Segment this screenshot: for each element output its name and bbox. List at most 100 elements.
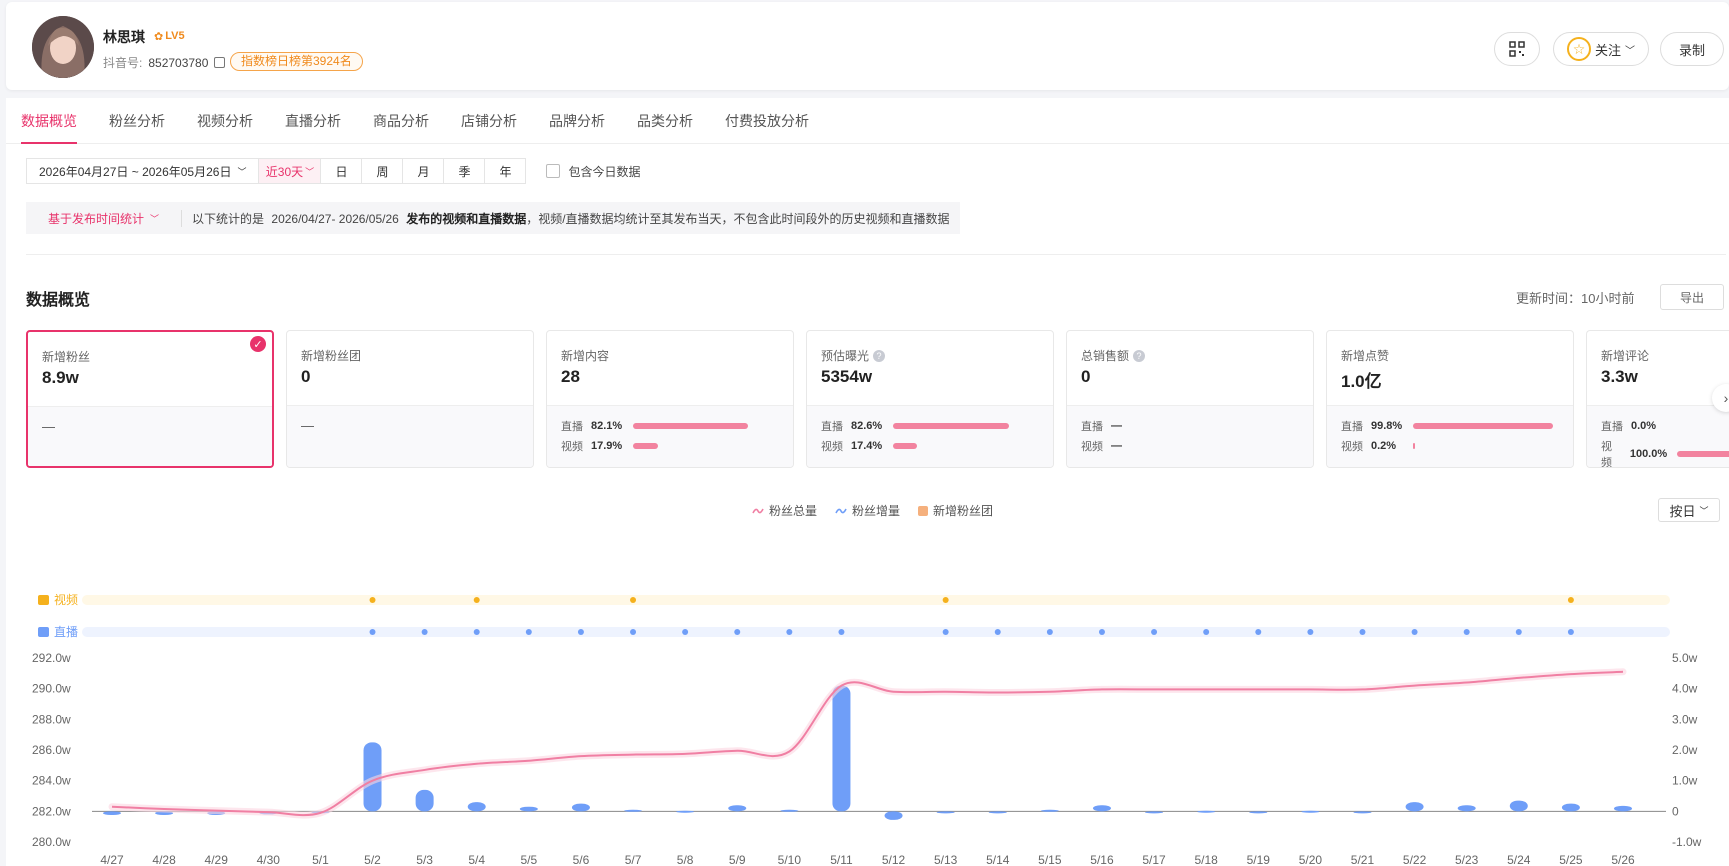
card-bottom: 直播 82.6% 视频 17.4%	[807, 405, 1053, 467]
live-percent: 0.0%	[1631, 420, 1657, 432]
include-today-checkbox[interactable]: 包含今日数据	[546, 163, 641, 180]
x-tick-label: 5/3	[416, 853, 433, 866]
tab-live[interactable]: 直播分析	[285, 98, 341, 144]
video-bar	[1677, 451, 1729, 457]
segment-quarter[interactable]: 季	[444, 158, 486, 184]
notice-prefix: 以下统计的是	[192, 211, 265, 226]
live-row: 直播 82.6%	[821, 418, 1009, 434]
video-row: 视频 17.4%	[821, 438, 918, 454]
right-tick-label: 1.0w	[1672, 774, 1698, 788]
tab-overview[interactable]: 数据概览	[21, 98, 77, 144]
section-title: 数据概览	[26, 292, 91, 309]
segment-day[interactable]: 日	[321, 158, 363, 184]
increase-bar	[1405, 802, 1424, 812]
video-dot	[473, 597, 480, 603]
live-dot	[1359, 629, 1366, 635]
right-tick-label: 2.0w	[1672, 743, 1698, 757]
douyin-id-label: 抖音号:	[103, 56, 143, 70]
live-dot	[421, 629, 428, 635]
video-percent: 17.4%	[851, 440, 883, 452]
segment-week[interactable]: 周	[362, 158, 404, 184]
segment-year[interactable]: 年	[485, 158, 527, 184]
left-tick-label: 286.0w	[32, 743, 71, 757]
segment-month[interactable]: 月	[403, 158, 445, 184]
card-label-text: 预估曝光	[821, 349, 870, 363]
card-new-likes[interactable]: 新增点赞 1.0亿 直播 99.8% 视频 0.2%	[1326, 330, 1574, 468]
help-icon[interactable]: ?	[1133, 349, 1146, 362]
card-new-comments[interactable]: 新增评论 3.3w 直播 0.0% 视频 100.0%	[1586, 330, 1729, 468]
card-bottom: 直播 0.0% 视频 100.0%	[1587, 405, 1729, 467]
x-tick-label: 5/2	[364, 853, 381, 866]
segment-30days[interactable]: 近30天 ﹀	[259, 158, 322, 184]
notice-suffix: ，视频/直播数据均统计至其发布当天，不包含此时间段外的历史视频和直播数据	[526, 211, 950, 226]
copy-icon[interactable]	[214, 57, 226, 68]
record-button[interactable]: 录制	[1660, 32, 1724, 66]
video-dot	[1567, 597, 1574, 603]
x-tick-label: 5/18	[1194, 853, 1218, 866]
card-new-fan-club[interactable]: 新增粉丝团 0 —	[286, 330, 534, 468]
live-percent: 82.1%	[591, 420, 623, 432]
increase-bar	[676, 810, 695, 813]
tab-category[interactable]: 品类分析	[637, 98, 693, 144]
tab-fans[interactable]: 粉丝分析	[109, 98, 165, 144]
legend-increase[interactable]: 粉丝增量	[835, 502, 900, 519]
rank-tag[interactable]: 指数榜日榜第3924名	[230, 52, 363, 71]
douyin-id-row: 抖音号: 852703780	[103, 54, 226, 71]
increase-bar	[415, 789, 434, 812]
level-text: LV5	[165, 30, 185, 42]
tab-goods[interactable]: 商品分析	[373, 98, 429, 144]
card-label: 新增内容	[561, 349, 610, 363]
chevron-down-icon: ﹀	[1699, 505, 1709, 516]
legend-club[interactable]: 新增粉丝团	[918, 502, 993, 519]
live-dot	[1098, 629, 1105, 635]
card-label: 新增粉丝团	[301, 349, 362, 363]
help-icon[interactable]: ?	[873, 349, 886, 362]
live-label: 直播	[561, 421, 583, 433]
video-percent: 0.2%	[1371, 440, 1397, 452]
increase-bar	[1509, 800, 1528, 812]
live-dot	[1255, 629, 1262, 635]
checkbox-box[interactable]	[546, 164, 561, 178]
tab-ads[interactable]: 付费投放分析	[725, 98, 809, 144]
card-new-content[interactable]: 新增内容 28 直播 82.1% 视频 17.9%	[546, 330, 794, 468]
video-label: 视频	[561, 441, 583, 453]
live-row: 直播 —	[1081, 418, 1147, 434]
live-track-label: 直播	[54, 625, 78, 639]
export-button[interactable]: 导出	[1660, 284, 1724, 310]
granularity-label: 按日	[1669, 503, 1696, 519]
follow-button[interactable]: ☆ 关注 ﹀	[1553, 32, 1649, 66]
increase-bar	[519, 806, 538, 812]
card-bottom: —	[28, 406, 272, 466]
live-row: 直播 82.1%	[561, 418, 748, 434]
card-total-sales[interactable]: 总销售额? 0 直播 — 视频 —	[1066, 330, 1314, 468]
basis-dropdown[interactable]: 基于发布时间统计 ﹀	[26, 209, 183, 227]
increase-bar	[936, 811, 955, 814]
card-new-fans[interactable]: 新增粉丝 8.9w ✓ —	[26, 330, 274, 468]
tab-video[interactable]: 视频分析	[197, 98, 253, 144]
video-row: 视频 0.2%	[1341, 438, 1415, 454]
x-tick-label: 4/28	[152, 853, 176, 866]
increase-bar	[1353, 811, 1372, 814]
live-percent: —	[1111, 420, 1122, 432]
video-track-icon	[38, 595, 49, 605]
card-value: 3.3w	[1601, 367, 1638, 386]
total-line	[111, 670, 1624, 817]
x-tick-label: 4/29	[205, 853, 229, 866]
tab-shop[interactable]: 店铺分析	[461, 98, 517, 144]
card-exposure[interactable]: 预估曝光? 5354w 直播 82.6% 视频 17.4%	[806, 330, 1054, 468]
qr-code-button[interactable]	[1494, 32, 1540, 66]
increase-bar	[1301, 810, 1320, 813]
date-range-picker[interactable]: 2026年04月27日 ~ 2026年05月26日 ﹀	[26, 158, 260, 184]
legend-total[interactable]: 粉丝总量	[752, 502, 817, 519]
left-tick-label: 288.0w	[32, 712, 71, 726]
live-dot	[577, 629, 584, 635]
live-dot	[1151, 629, 1158, 635]
card-value: 0	[1081, 367, 1091, 386]
right-tick-label: 3.0w	[1672, 712, 1698, 726]
notice-text: 以下统计的是 2026/04/27- 2026/05/26 发布的视频和直播数据…	[182, 210, 950, 227]
x-tick-label: 5/7	[625, 853, 642, 866]
tab-brand[interactable]: 品牌分析	[549, 98, 605, 144]
avatar[interactable]	[32, 16, 94, 78]
right-tick-label: 5.0w	[1672, 651, 1698, 665]
card-label: 新增粉丝	[42, 350, 91, 364]
